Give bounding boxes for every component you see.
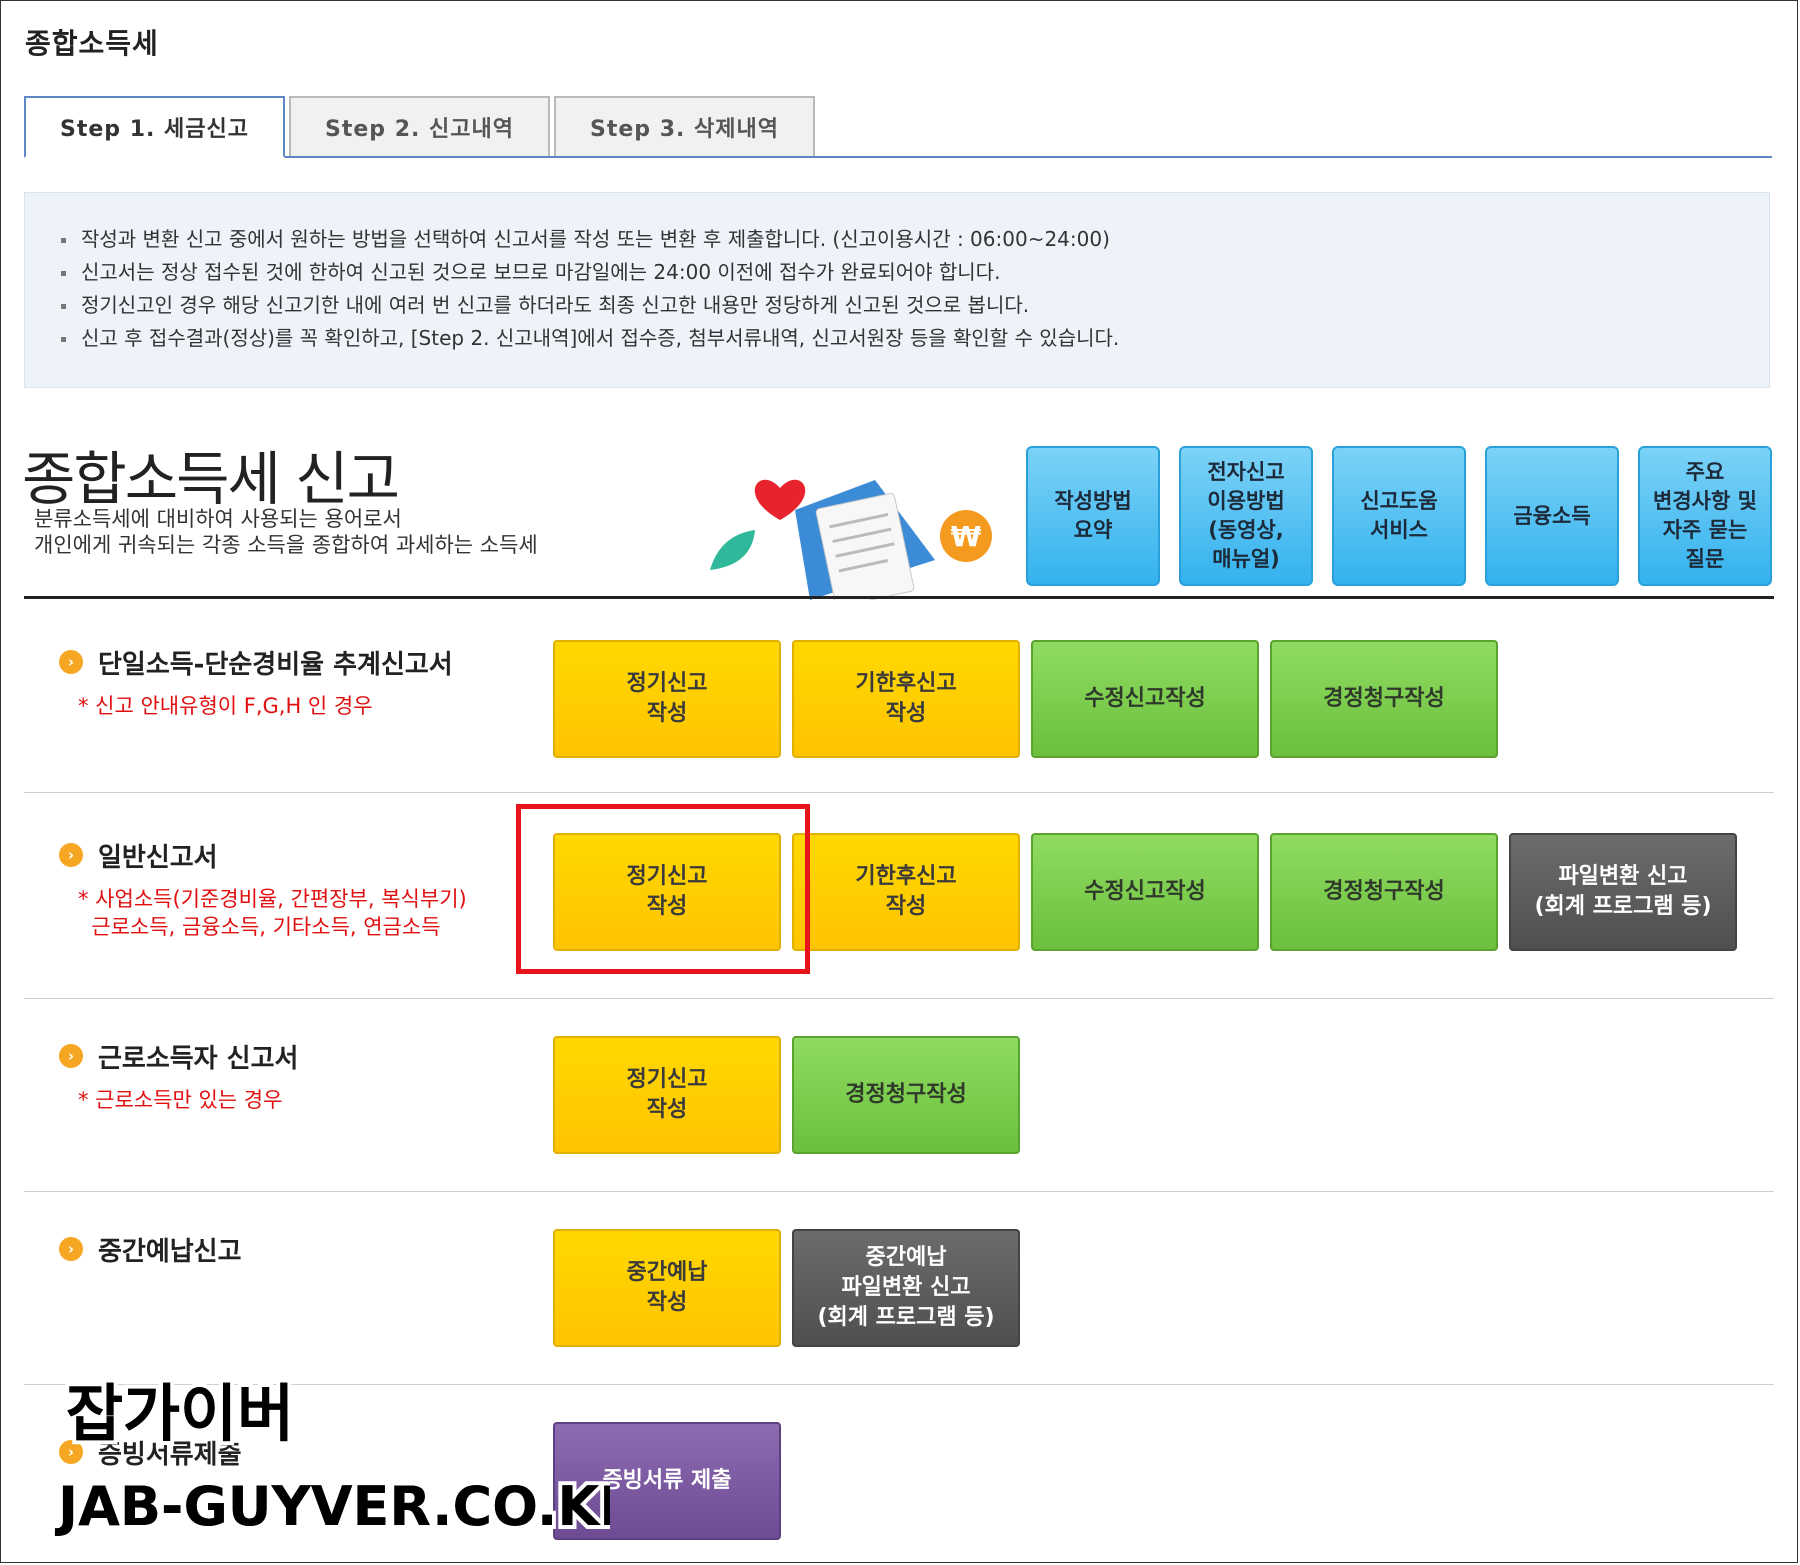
correction-claim-button[interactable]: 경정청구작성 <box>1270 833 1498 951</box>
hero-title: 종합소득세 신고 <box>22 445 400 513</box>
notice-box: 작성과 변환 신고 중에서 원하는 방법을 선택하여 신고서를 작성 또는 변환… <box>24 192 1770 388</box>
tab-step-1[interactable]: Step 1. 세금신고 <box>24 96 285 158</box>
quick-faq-button[interactable]: 주요 변경사항 및 자주 묻는 질문 <box>1638 446 1772 586</box>
amended-filing-button[interactable]: 수정신고작성 <box>1031 640 1259 758</box>
quick-help-service-button[interactable]: 신고도움 서비스 <box>1332 446 1466 586</box>
watermark-line2-fill: JAB-GUYVER.CO.KR <box>54 1475 610 1538</box>
notice-item: 신고 후 접수결과(정상)를 꼭 확인하고, [Step 2. 신고내역]에서 … <box>61 322 1769 355</box>
amended-filing-button[interactable]: 수정신고작성 <box>1031 833 1259 951</box>
section-title: 중간예납신고 <box>98 1237 242 1267</box>
watermark: 잡가이버 잡가이버 JAB-GUYVER.CO.KR JAB-GUYVER.CO… <box>50 1373 610 1542</box>
late-filing-button[interactable]: 기한후신고 작성 <box>792 640 1020 758</box>
watermark-line1-fill: 잡가이버 <box>66 1377 294 1450</box>
notice-item: 정기신고인 경우 해당 신고기한 내에 여러 번 신고를 하더라도 최종 신고한… <box>61 289 1769 322</box>
leaf-icon <box>710 530 755 570</box>
page-title: 종합소득세 <box>25 27 159 60</box>
section-note: * 신고 안내유형이 F,G,H 인 경우 <box>78 694 373 718</box>
tab-step-3[interactable]: Step 3. 삭제내역 <box>554 96 815 156</box>
file-conversion-button[interactable]: 파일변환 신고 (회계 프로그램 등) <box>1509 833 1737 951</box>
section-note: * 사업소득(기준경비율, 간편장부, 복식부기) 근로소득, 금융소득, 기타… <box>78 887 467 939</box>
notice-item: 신고서는 정상 접수된 것에 한하여 신고된 것으로 보므로 마감일에는 24:… <box>61 256 1769 289</box>
chevron-right-icon: › <box>59 650 83 674</box>
section-title: 근로소득자 신고서 <box>98 1044 299 1074</box>
correction-claim-button[interactable]: 경정청구작성 <box>1270 640 1498 758</box>
chevron-right-icon: › <box>59 843 83 867</box>
correction-claim-button[interactable]: 경정청구작성 <box>792 1036 1020 1154</box>
hero-description: 분류소득세에 대비하여 사용되는 용어로서 개인에게 귀속되는 각종 소득을 종… <box>34 506 538 558</box>
divider <box>24 596 1774 599</box>
section-title: 일반신고서 <box>98 843 218 873</box>
chevron-right-icon: › <box>59 1044 83 1068</box>
regular-filing-button[interactable]: 정기신고 작성 <box>553 640 781 758</box>
section-title: 단일소득-단순경비율 추계신고서 <box>98 650 453 680</box>
quick-guide-summary-button[interactable]: 작성방법 요약 <box>1026 446 1160 586</box>
step-tabs: Step 1. 세금신고 Step 2. 신고내역 Step 3. 삭제내역 <box>24 96 1772 158</box>
highlight-box <box>516 804 810 974</box>
tab-step-2[interactable]: Step 2. 신고내역 <box>289 96 550 156</box>
hero-desc-line: 분류소득세에 대비하여 사용되는 용어로서 <box>34 507 402 531</box>
tax-illustration: ₩ <box>710 479 992 600</box>
interim-filing-button[interactable]: 중간예납 작성 <box>553 1229 781 1347</box>
late-filing-button[interactable]: 기한후신고 작성 <box>792 833 1020 951</box>
hero-desc-line: 개인에게 귀속되는 각종 소득을 종합하여 과세하는 소득세 <box>34 533 538 557</box>
quick-e-filing-guide-button[interactable]: 전자신고 이용방법 (동영상, 매뉴얼) <box>1179 446 1313 586</box>
chevron-right-icon: › <box>59 1237 83 1261</box>
section-note: * 근로소득만 있는 경우 <box>78 1088 283 1112</box>
notice-item: 작성과 변환 신고 중에서 원하는 방법을 선택하여 신고서를 작성 또는 변환… <box>61 223 1769 256</box>
quick-financial-income-button[interactable]: 금융소득 <box>1485 446 1619 586</box>
svg-text:₩: ₩ <box>951 520 982 553</box>
regular-filing-button[interactable]: 정기신고 작성 <box>553 1036 781 1154</box>
interim-file-conversion-button[interactable]: 중간예납 파일변환 신고 (회계 프로그램 등) <box>792 1229 1020 1347</box>
